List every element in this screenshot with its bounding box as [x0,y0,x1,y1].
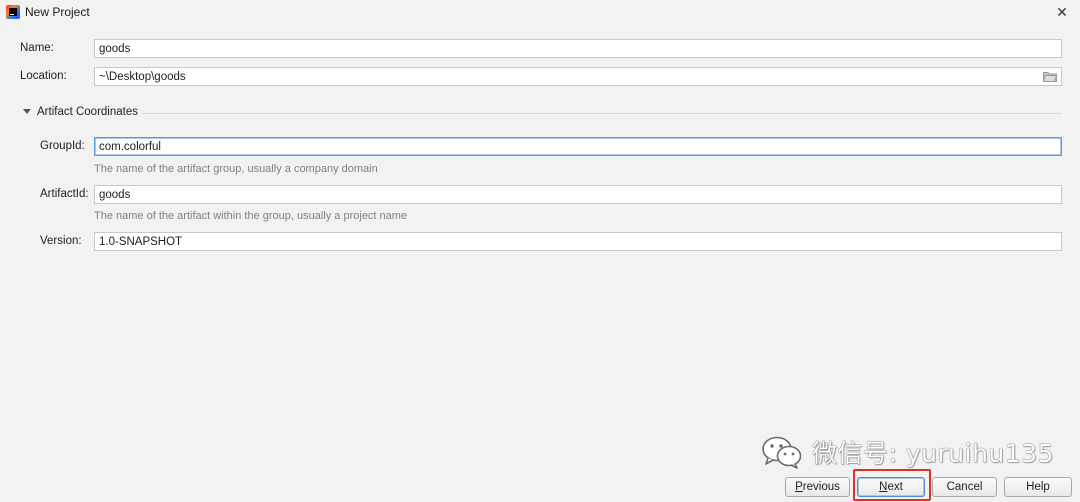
name-label: Name: [20,42,54,54]
folder-icon[interactable] [1043,71,1057,82]
watermark-text: 微信号: yuruihu135 [812,439,1054,468]
groupid-hint: The name of the artifact group, usually … [94,163,378,175]
intellij-app-icon [6,5,20,19]
window-title: New Project [25,5,90,19]
previous-mnemonic: P [795,481,803,493]
previous-label: revious [802,481,840,493]
artifactid-input[interactable] [94,185,1062,204]
previous-button[interactable]: Previous [785,477,850,497]
groupid-input[interactable] [94,137,1062,156]
version-input[interactable] [94,232,1062,251]
close-icon[interactable]: ✕ [1054,4,1070,20]
groupid-label: GroupId: [40,140,85,152]
wechat-icon [762,436,802,469]
location-label: Location: [20,70,67,82]
highlight-box [853,469,931,501]
section-title[interactable]: Artifact Coordinates [37,106,138,118]
name-input[interactable] [94,39,1062,58]
watermark: 微信号: yuruihu135 [760,434,1054,470]
cancel-button[interactable]: Cancel [932,477,997,497]
title-bar: New Project ✕ [0,0,1080,25]
artifactid-label: ArtifactId: [40,188,89,200]
collapse-arrow-icon[interactable] [23,109,31,114]
artifactid-hint: The name of the artifact within the grou… [94,210,408,222]
version-label: Version: [40,235,82,247]
help-button[interactable]: Help [1004,477,1072,497]
section-divider [142,113,1062,114]
location-input[interactable] [94,67,1062,86]
